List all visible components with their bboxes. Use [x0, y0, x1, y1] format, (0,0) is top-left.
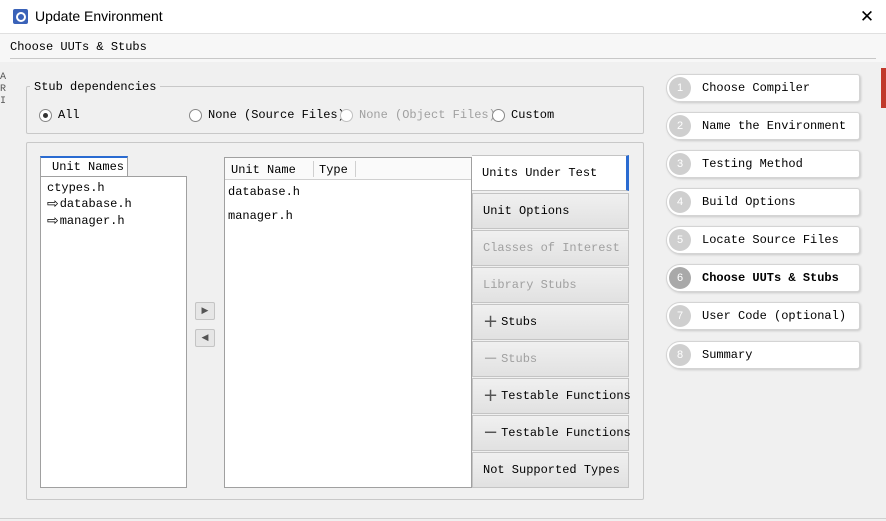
plus-icon: + — [483, 385, 499, 406]
column-divider — [313, 161, 314, 177]
unit-names-list[interactable]: ctypes.h ⇨ database.h ⇨ manager.h — [40, 176, 187, 488]
title-bar: Update Environment ✕ — [0, 0, 886, 34]
list-item-label: manager.h — [59, 214, 125, 228]
table-header: Unit Name Type — [225, 158, 471, 180]
tab-label: Unit Options — [483, 204, 570, 218]
tab-label: Testable Functions — [501, 426, 631, 440]
step-number-badge: 6 — [669, 267, 691, 289]
tab-label: Testable Functions — [501, 389, 631, 403]
play-left-icon: ◀ — [201, 333, 209, 343]
tab-add-testable-functions[interactable]: + Testable Functions — [472, 378, 631, 414]
tab-unit-options[interactable]: Unit Options — [472, 193, 629, 229]
tab-units-under-test[interactable]: Units Under Test — [472, 155, 629, 191]
step-testing-method[interactable]: 3 Testing Method — [666, 150, 860, 178]
step-number-badge: 1 — [669, 77, 691, 99]
arrow-right-icon: ⇨ — [47, 213, 59, 229]
step-label: Summary — [702, 348, 753, 362]
step-number-badge: 4 — [669, 191, 691, 213]
table-row[interactable]: database.h — [228, 185, 300, 199]
tab-label: Units Under Test — [482, 166, 598, 180]
window-title: Update Environment — [35, 8, 163, 24]
tab-classes-of-interest: Classes of Interest — [472, 230, 629, 266]
minus-icon: − — [483, 422, 499, 443]
tab-label: Classes of Interest — [483, 241, 620, 255]
tab-unit-names[interactable]: Unit Names — [40, 156, 128, 176]
step-number-badge: 7 — [669, 305, 691, 327]
radio-indicator[interactable] — [492, 108, 505, 122]
tab-label: Stubs — [501, 315, 538, 329]
radio-label: All — [58, 108, 80, 122]
radio-label: None (Object Files) — [359, 108, 496, 122]
list-item-label: ctypes.h — [47, 181, 105, 195]
radio-label: Custom — [511, 108, 555, 122]
footer-divider — [0, 518, 886, 519]
tab-remove-stubs: − Stubs — [472, 341, 629, 377]
close-icon[interactable]: ✕ — [857, 7, 877, 27]
column-divider — [355, 161, 356, 177]
step-label: Choose Compiler — [702, 81, 811, 95]
step-name-environment[interactable]: 2 Name the Environment — [666, 112, 860, 140]
tab-label: Not Supported Types — [483, 463, 620, 477]
header-divider — [10, 58, 876, 59]
list-item-database[interactable]: ⇨ database.h — [47, 196, 132, 212]
background-window-fragment: A R I — [0, 72, 6, 107]
app-icon — [13, 9, 28, 24]
radio-none-source-files[interactable]: None (Source Files) — [189, 107, 345, 123]
column-header-type[interactable]: Type — [319, 163, 348, 177]
tab-label: Library Stubs — [483, 278, 577, 292]
radio-custom[interactable]: Custom — [492, 107, 554, 123]
step-summary[interactable]: 8 Summary — [666, 341, 860, 369]
radio-indicator — [340, 108, 353, 122]
step-label: Build Options — [702, 195, 796, 209]
step-build-options[interactable]: 4 Build Options — [666, 188, 860, 216]
step-number-badge: 3 — [669, 153, 691, 175]
step-label: Name the Environment — [702, 119, 847, 133]
play-right-icon: ▶ — [201, 306, 209, 316]
tab-add-stubs[interactable]: + Stubs — [472, 304, 629, 340]
background-window-edge — [881, 68, 886, 108]
table-row[interactable]: manager.h — [228, 209, 293, 223]
step-choose-uuts-stubs[interactable]: 6 Choose UUTs & Stubs — [666, 264, 860, 292]
step-label: Locate Source Files — [702, 233, 839, 247]
step-number-badge: 8 — [669, 344, 691, 366]
page-title: Choose UUTs & Stubs — [10, 40, 147, 54]
radio-none-object-files: None (Object Files) — [340, 107, 496, 123]
step-number-badge: 5 — [669, 229, 691, 251]
list-item-ctypes[interactable]: ctypes.h — [47, 180, 105, 196]
step-user-code[interactable]: 7 User Code (optional) — [666, 302, 860, 330]
add-unit-button[interactable]: ▶ — [195, 302, 215, 320]
tab-library-stubs: Library Stubs — [472, 267, 629, 303]
remove-unit-button[interactable]: ◀ — [195, 329, 215, 347]
minus-icon: − — [483, 348, 499, 369]
list-item-manager[interactable]: ⇨ manager.h — [47, 213, 125, 229]
step-label: Choose UUTs & Stubs — [702, 271, 839, 285]
step-number-badge: 2 — [669, 115, 691, 137]
tab-label: Stubs — [501, 352, 538, 366]
plus-icon: + — [483, 311, 499, 332]
stub-dependencies-title: Stub dependencies — [30, 80, 161, 94]
radio-label: None (Source Files) — [208, 108, 345, 122]
radio-indicator[interactable] — [189, 108, 202, 122]
units-under-test-table[interactable]: Unit Name Type database.h manager.h — [224, 157, 472, 488]
column-header-unit-name[interactable]: Unit Name — [231, 163, 296, 177]
step-label: Testing Method — [702, 157, 803, 171]
step-label: User Code (optional) — [702, 309, 847, 323]
tab-remove-testable-functions[interactable]: − Testable Functions — [472, 415, 631, 451]
tab-not-supported-types[interactable]: Not Supported Types — [472, 452, 629, 488]
step-choose-compiler[interactable]: 1 Choose Compiler — [666, 74, 860, 102]
list-item-label: database.h — [59, 197, 132, 211]
radio-all[interactable]: All — [39, 107, 80, 123]
step-locate-source-files[interactable]: 5 Locate Source Files — [666, 226, 860, 254]
arrow-right-icon: ⇨ — [47, 196, 59, 212]
radio-indicator[interactable] — [39, 108, 52, 122]
